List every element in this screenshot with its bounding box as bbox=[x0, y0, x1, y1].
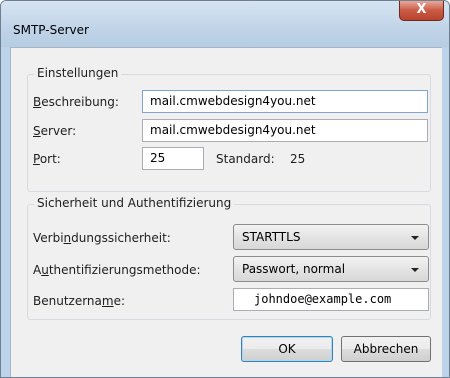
cancel-button[interactable]: Abbrechen bbox=[341, 336, 431, 362]
dialog-body: Einstellungen Beschreibung: mail.cmwebde… bbox=[10, 47, 442, 377]
server-input[interactable]: mail.cmwebdesign4you.net bbox=[142, 119, 428, 142]
ok-button[interactable]: OK bbox=[241, 336, 333, 362]
settings-legend: Einstellungen bbox=[34, 66, 122, 80]
auth-method-label-end: thentifizierungsmethode: bbox=[48, 263, 201, 277]
username-label-end: e: bbox=[113, 294, 126, 308]
port-default-value: 25 bbox=[290, 152, 306, 166]
port-label-rest: ort: bbox=[39, 152, 61, 166]
server-label: Server: bbox=[33, 124, 76, 138]
port-input[interactable]: 25 bbox=[142, 147, 204, 170]
auth-method-mnemonic: u bbox=[41, 263, 49, 277]
security-legend: Sicherheit und Authentifizierung bbox=[34, 196, 235, 210]
port-label: Port: bbox=[33, 152, 61, 166]
description-label: Beschreibung: bbox=[33, 95, 119, 109]
username-label: Benutzername: bbox=[33, 294, 125, 308]
auth-method-label: Authentifizierungsmethode: bbox=[33, 263, 201, 277]
close-button[interactable]: X bbox=[399, 1, 444, 21]
description-label-rest: eschreibung: bbox=[41, 95, 119, 109]
chevron-down-icon bbox=[411, 236, 419, 240]
username-label-start: Benutzerna bbox=[33, 294, 102, 308]
connection-security-select[interactable]: STARTTLS bbox=[233, 224, 429, 250]
chevron-down-icon bbox=[411, 268, 419, 272]
server-mnemonic: S bbox=[33, 124, 41, 138]
auth-method-value: Passwort, normal bbox=[242, 262, 346, 276]
description-input[interactable]: mail.cmwebdesign4you.net bbox=[142, 90, 428, 113]
window-title: SMTP-Server bbox=[13, 23, 89, 37]
smtp-server-dialog: SMTP-Server X Einstellungen Beschreibung… bbox=[0, 0, 450, 378]
port-default-label: Standard: bbox=[216, 152, 275, 166]
title-bar[interactable]: SMTP-Server X bbox=[1, 1, 449, 47]
username-input[interactable]: johndoe@example.com bbox=[233, 288, 429, 311]
port-mnemonic: P bbox=[33, 152, 40, 166]
connection-security-label-start: Verbi bbox=[33, 231, 64, 245]
auth-method-select[interactable]: Passwort, normal bbox=[233, 256, 429, 282]
connection-security-label-end: dungssicherheit: bbox=[71, 231, 171, 245]
connection-security-value: STARTTLS bbox=[242, 230, 301, 244]
auth-method-label-start: A bbox=[33, 263, 42, 277]
description-mnemonic: B bbox=[33, 95, 42, 109]
connection-security-label: Verbindungssicherheit: bbox=[33, 231, 171, 245]
close-icon: X bbox=[416, 2, 427, 17]
username-mnemonic: m bbox=[101, 294, 114, 308]
connection-security-mnemonic: n bbox=[63, 231, 72, 245]
server-label-rest: erver: bbox=[40, 124, 77, 138]
